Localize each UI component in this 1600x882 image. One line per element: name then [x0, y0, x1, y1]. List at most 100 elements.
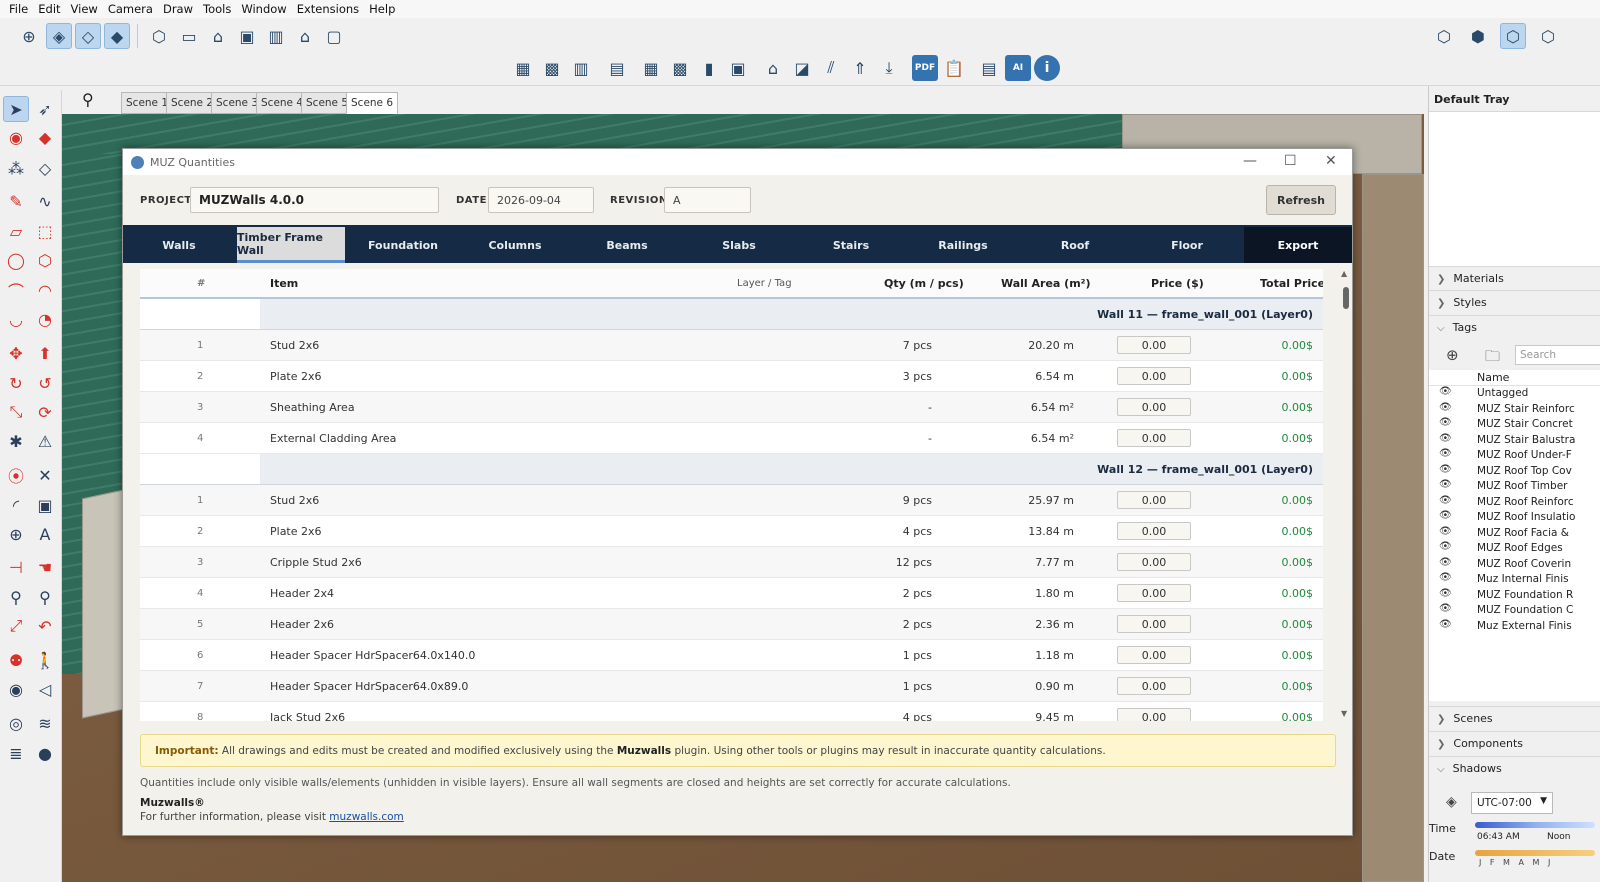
offset-tool-icon[interactable]: ⟳ — [32, 399, 58, 425]
walk-tool-icon[interactable]: 🚶 — [32, 647, 58, 673]
section-plane-icon[interactable]: ⬡ — [1431, 23, 1457, 49]
tag-row[interactable]: 👁 MUZ Roof Top Cov — [1429, 464, 1600, 480]
tab-stairs[interactable]: Stairs — [795, 227, 907, 263]
close-icon[interactable]: ✕ — [1325, 153, 1337, 169]
tag-row[interactable]: 👁 MUZ Foundation C — [1429, 603, 1600, 619]
position-person-icon[interactable]: ⚉ — [3, 647, 29, 673]
section-plane-tool-icon[interactable]: ⊣ — [3, 554, 29, 580]
paint-bucket-icon[interactable]: ◉ — [3, 124, 29, 150]
tab-export[interactable]: Export — [1244, 227, 1352, 263]
3d-text-icon[interactable]: A — [32, 521, 58, 547]
tag-row[interactable]: 👁 MUZ Stair Concret — [1429, 417, 1600, 433]
eye-icon[interactable]: 👁 — [1439, 557, 1452, 568]
menu-view[interactable]: View — [71, 2, 98, 16]
muz-opening-icon[interactable]: ▮ — [696, 55, 722, 81]
muz-slab-icon[interactable]: ◪ — [789, 55, 815, 81]
date-slider[interactable] — [1475, 850, 1595, 856]
section-components[interactable]: ❯ Components — [1429, 731, 1600, 755]
select-tool-icon[interactable]: ➤ — [3, 96, 29, 122]
tag-row[interactable]: 👁 MUZ Roof Under-F — [1429, 448, 1600, 464]
add-tag-icon[interactable]: ⊕ — [1446, 346, 1459, 364]
scroll-down-icon[interactable]: ▼ — [1341, 709, 1347, 718]
price-input[interactable]: 0.00 — [1117, 708, 1191, 721]
search-icon[interactable]: ⚲ — [82, 90, 94, 109]
top-view-icon[interactable]: ▭ — [176, 23, 202, 49]
front-view-icon[interactable]: ⌂ — [205, 23, 231, 49]
price-input[interactable]: 0.00 — [1117, 677, 1191, 695]
tag-row[interactable]: 👁 MUZ Roof Insulatio — [1429, 510, 1600, 526]
flip-tool-icon[interactable]: ✱ — [3, 428, 29, 454]
eye-icon[interactable]: 👁 — [1439, 433, 1452, 444]
eye-icon[interactable]: 👁 — [1439, 588, 1452, 599]
chat-icon[interactable]: ● — [32, 740, 58, 766]
eye-icon[interactable]: 👁 — [1439, 386, 1452, 397]
eye-icon[interactable]: 👁 — [1439, 448, 1452, 459]
muz-stairs-icon[interactable]: ⫽ — [818, 55, 844, 81]
price-input[interactable]: 0.00 — [1117, 584, 1191, 602]
tape-measure-icon[interactable]: ⚠ — [32, 428, 58, 454]
arc-tool-icon[interactable]: ⌒ — [3, 277, 29, 303]
tag-row[interactable]: 👁 MUZ Roof Coverin — [1429, 557, 1600, 573]
scroll-thumb[interactable] — [1343, 287, 1349, 309]
muz-railing-icon[interactable]: ⇑ — [847, 55, 873, 81]
eraser-icon[interactable]: ◆ — [32, 124, 58, 150]
tab-foundation[interactable]: Foundation — [347, 227, 459, 263]
speaker-icon[interactable]: ◁ — [32, 676, 58, 702]
date-field[interactable]: 2026-09-04 — [488, 187, 594, 213]
muz-ai-beta-icon[interactable]: AI — [1005, 55, 1031, 81]
two-point-arc-icon[interactable]: ◠ — [32, 277, 58, 303]
style-shaded-icon[interactable]: ◆ — [104, 23, 130, 49]
eye-icon[interactable]: 👁 — [1439, 464, 1452, 475]
sandbox-icon[interactable]: ◎ — [3, 710, 29, 736]
tag-row[interactable]: 👁 MUZ Roof Reinforc — [1429, 495, 1600, 511]
tab-floor[interactable]: Floor — [1131, 227, 1243, 263]
muz-floor-icon[interactable]: ⤓ — [876, 55, 902, 81]
section-display-icon[interactable]: ⬡ — [1500, 23, 1526, 49]
revision-field[interactable]: A — [664, 187, 751, 213]
muz-foundation-icon[interactable]: ▤ — [604, 55, 630, 81]
lasso-select-icon[interactable]: ➶ — [32, 96, 58, 122]
crosshair-icon[interactable]: ⊕ — [16, 23, 42, 49]
table-scrollbar[interactable]: ▲ ▼ — [1340, 269, 1352, 721]
smoove-icon[interactable]: ≋ — [32, 710, 58, 736]
scroll-up-icon[interactable]: ▲ — [1341, 269, 1347, 278]
price-input[interactable]: 0.00 — [1117, 429, 1191, 447]
rotate-tool-icon[interactable]: ↻ — [3, 370, 29, 396]
zoom-tool-icon[interactable]: ⚲ — [3, 584, 29, 610]
minimize-icon[interactable]: — — [1243, 153, 1257, 169]
position-camera-icon[interactable]: ⦿ — [3, 462, 29, 488]
tag-row[interactable]: 👁 MUZ Roof Timber — [1429, 479, 1600, 495]
muz-info-icon[interactable]: i — [1034, 55, 1060, 81]
maximize-icon[interactable]: ☐ — [1284, 153, 1297, 169]
circle-tool-icon[interactable]: ◯ — [3, 247, 29, 273]
zoom-window-icon[interactable]: ⚲ — [32, 584, 58, 610]
three-point-arc-icon[interactable]: ◡ — [3, 306, 29, 332]
muz-settings-panel-icon[interactable]: ▤ — [976, 55, 1002, 81]
price-input[interactable]: 0.00 — [1117, 646, 1191, 664]
bottom-view-icon[interactable]: ▢ — [321, 23, 347, 49]
polygon-tool-icon[interactable]: ⬡ — [32, 247, 58, 273]
eye-icon[interactable]: 👁 — [1439, 572, 1452, 583]
tag-row[interactable]: 👁 Muz Internal Finis — [1429, 572, 1600, 588]
muz-brick-column-icon[interactable]: ▦ — [638, 55, 664, 81]
muz-clipboard-icon[interactable]: 📋 — [941, 55, 967, 81]
eye-icon[interactable]: 👁 — [1439, 510, 1452, 521]
muz-timber-wall-icon[interactable]: ▥ — [568, 55, 594, 81]
tab-roof[interactable]: Roof — [1019, 227, 1131, 263]
style-wire-icon[interactable]: ◇ — [75, 23, 101, 49]
left-view-icon[interactable]: ⌂ — [292, 23, 318, 49]
tag-row[interactable]: 👁 MUZ Stair Reinforc — [1429, 402, 1600, 418]
eye-icon[interactable]: 👁 — [1439, 541, 1452, 552]
menu-file[interactable]: File — [9, 2, 28, 16]
eye-icon[interactable]: 👁 — [1439, 417, 1452, 428]
price-input[interactable]: 0.00 — [1117, 553, 1191, 571]
rotated-rect-icon[interactable]: ⬚ — [32, 218, 58, 244]
utc-select[interactable]: UTC-07:00 ▼ — [1471, 792, 1553, 814]
tag-row[interactable]: 👁 MUZ Roof Facia & — [1429, 526, 1600, 542]
scene-tab-6[interactable]: Scene 6 — [346, 92, 399, 114]
section-cut-icon[interactable]: ⬢ — [1465, 23, 1491, 49]
eye-icon[interactable]: 👁 — [1439, 402, 1452, 413]
pie-tool-icon[interactable]: ◔ — [32, 306, 58, 332]
section-shadows[interactable]: ⌵ Shadows — [1429, 756, 1600, 780]
protractor-icon[interactable]: ◜ — [3, 492, 29, 518]
